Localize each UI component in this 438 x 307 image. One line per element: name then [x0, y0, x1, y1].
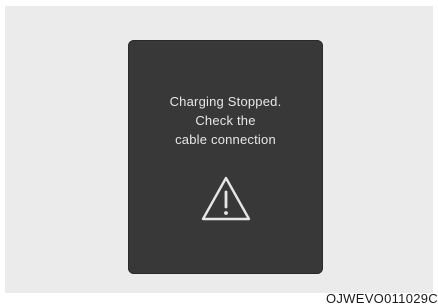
charging-stopped-popup: Charging Stopped. Check the cable connec… — [128, 40, 323, 274]
warning-triangle-icon — [201, 176, 251, 221]
message-line-1: Charging Stopped. — [169, 94, 282, 109]
popup-message: Charging Stopped. Check the cable connec… — [128, 92, 323, 149]
message-line-3: cable connection — [175, 132, 276, 147]
figure-code: OJWEVO011029C — [325, 291, 438, 306]
message-line-2: Check the — [195, 113, 256, 128]
